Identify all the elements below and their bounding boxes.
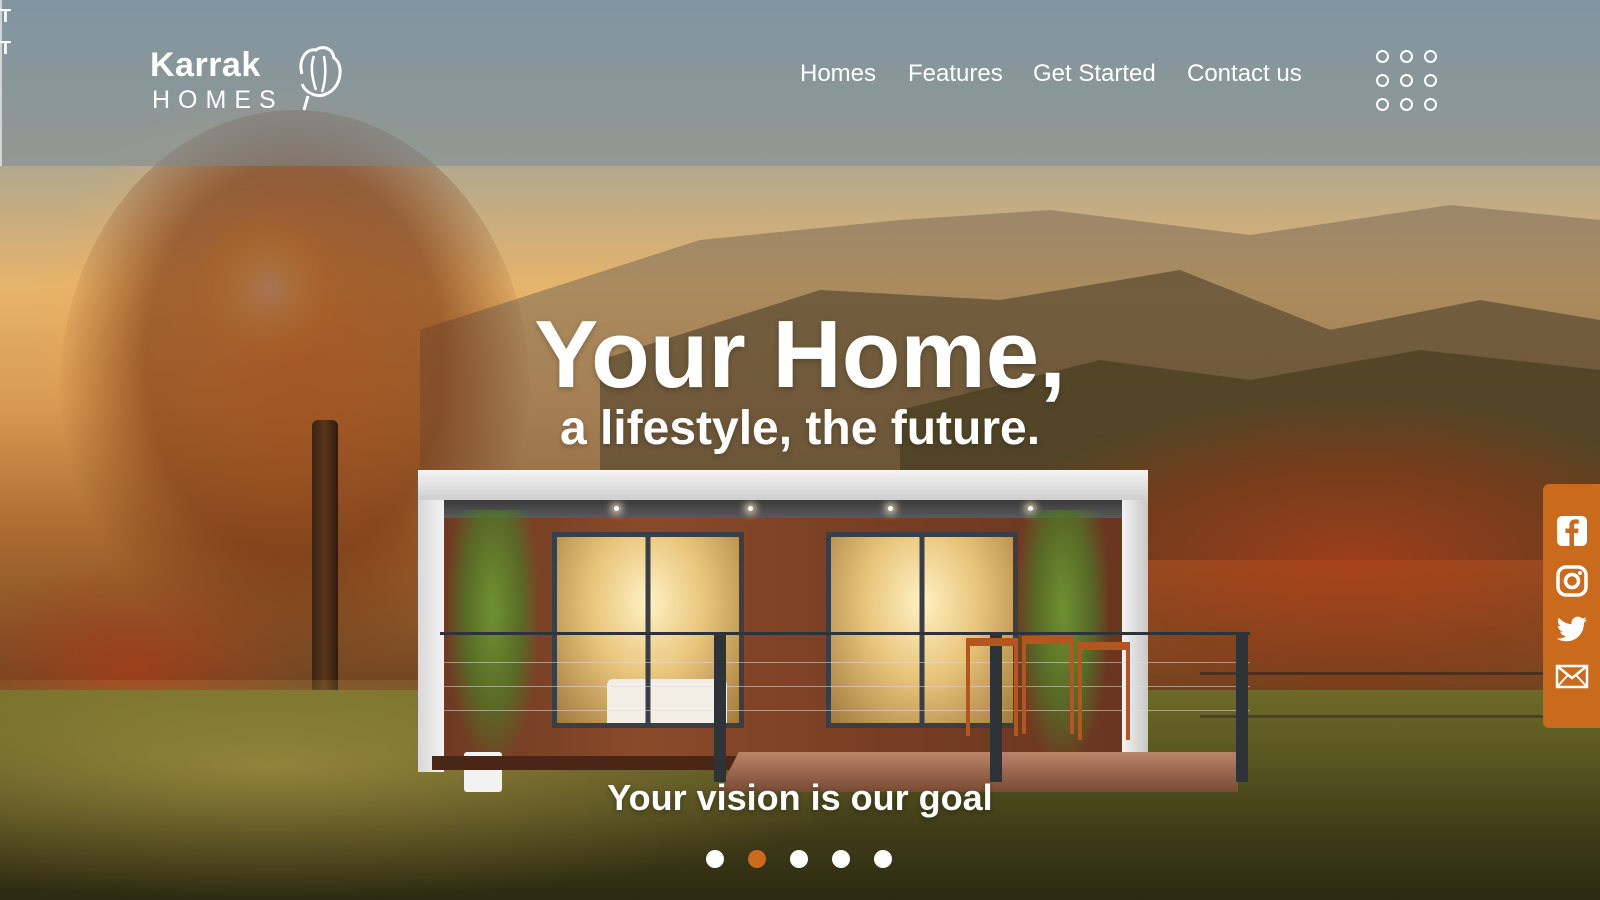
- site-header: T T Karrak HOMES Homes Features Get Star…: [0, 0, 1600, 166]
- hero-title: Your Home,: [534, 301, 1066, 408]
- grid-dot: [1400, 50, 1413, 63]
- slider-dot-1[interactable]: [706, 850, 724, 868]
- twitter-icon[interactable]: [1555, 612, 1589, 646]
- logo[interactable]: Karrak HOMES: [150, 44, 350, 119]
- grid-dot: [1376, 98, 1389, 111]
- deck-chair: [1078, 642, 1130, 740]
- grid-dot: [1424, 98, 1437, 111]
- dot-grid-menu-icon[interactable]: [1376, 50, 1444, 116]
- grid-dot: [1400, 98, 1413, 111]
- slider-dot-4[interactable]: [832, 850, 850, 868]
- nav-features[interactable]: Features: [908, 60, 1003, 88]
- facebook-icon[interactable]: [1555, 514, 1589, 548]
- grid-dot: [1424, 74, 1437, 87]
- modular-home-image: [418, 470, 1268, 792]
- logo-name: Karrak: [150, 46, 261, 84]
- plant: [448, 510, 538, 760]
- nav-get-started[interactable]: Get Started: [1033, 60, 1156, 88]
- railing-post: [1236, 632, 1248, 782]
- house-wall-left: [418, 500, 444, 772]
- deck-railing: [440, 632, 1250, 635]
- slider-pagination: [706, 850, 896, 868]
- ceiling-light: [614, 506, 619, 511]
- ceiling-light: [888, 506, 893, 511]
- edge-letter: T: [0, 38, 11, 58]
- social-sidebar: [1543, 484, 1600, 728]
- logo-leaf-icon: [299, 46, 342, 111]
- edge-letter: T: [0, 6, 11, 26]
- slider-dot-2[interactable]: [748, 850, 766, 868]
- grid-dot: [1424, 50, 1437, 63]
- nav-contact-us[interactable]: Contact us: [1187, 60, 1302, 88]
- hero-tagline: Your vision is our goal: [607, 777, 993, 818]
- nav-homes[interactable]: Homes: [800, 60, 876, 88]
- house-roof: [418, 470, 1148, 502]
- hero-subtitle: a lifestyle, the future.: [559, 402, 1041, 455]
- deck-chair: [966, 638, 1018, 736]
- grid-dot: [1376, 50, 1389, 63]
- ceiling-light: [748, 506, 753, 511]
- deck-chair: [1022, 636, 1074, 734]
- email-icon[interactable]: [1555, 659, 1589, 693]
- slider-dot-3[interactable]: [790, 850, 808, 868]
- slider-dot-5[interactable]: [874, 850, 892, 868]
- grid-dot: [1400, 74, 1413, 87]
- logo-subtitle: HOMES: [152, 86, 284, 114]
- railing-post: [714, 632, 726, 782]
- grid-dot: [1376, 74, 1389, 87]
- instagram-icon[interactable]: [1555, 564, 1589, 598]
